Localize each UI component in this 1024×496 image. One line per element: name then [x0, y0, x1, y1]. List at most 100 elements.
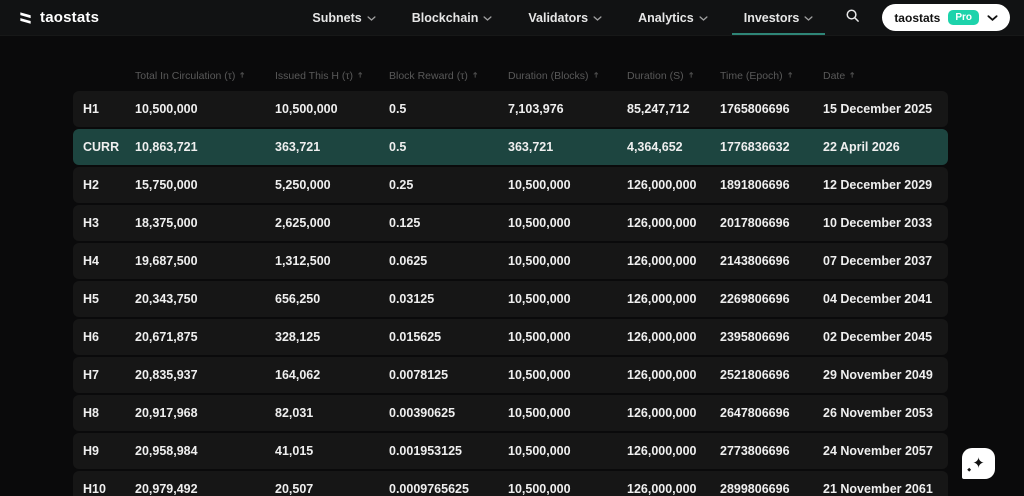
table-cell: 126,000,000: [627, 330, 697, 344]
table-row-h10[interactable]: H10 20,979,492 20,507 0.0009765625 10,500,00…: [73, 471, 948, 496]
table-cell: 0.25: [389, 178, 414, 192]
table-row-curr[interactable]: CURR 10,863,721 363,721 0.5 363,721 4,364,652…: [73, 129, 948, 165]
account-menu-button[interactable]: taostats Pro: [882, 4, 1010, 31]
table-cell: 2773806696: [720, 444, 790, 458]
table-header-row: Total In Circulation (τ) Issued This H (…: [73, 62, 948, 89]
table-cell: 15 December 2025: [823, 102, 933, 116]
column-header-time-epoch[interactable]: Time (Epoch): [720, 70, 823, 82]
column-header-block-reward[interactable]: Block Reward (τ): [389, 70, 508, 82]
row-label: H3: [83, 216, 99, 230]
search-button[interactable]: [831, 0, 874, 35]
halving-table: Total In Circulation (τ) Issued This H (…: [73, 36, 948, 496]
nav-item-investors[interactable]: Investors: [726, 0, 832, 35]
table-cell: 4,364,652: [627, 140, 683, 154]
table-cell: 2,625,000: [275, 216, 331, 230]
table-cell: 0.0625: [389, 254, 428, 268]
chevron-down-icon: [483, 11, 492, 25]
chevron-down-icon: [804, 11, 813, 25]
account-area: taostats Pro: [874, 0, 1010, 35]
table-cell: 10,500,000: [508, 330, 571, 344]
table-cell: 04 December 2041: [823, 292, 933, 306]
table-cell: 26 November 2053: [823, 406, 933, 420]
table-cell: 363,721: [275, 140, 321, 154]
table-cell: 126,000,000: [627, 178, 697, 192]
table-cell: 22 April 2026: [823, 140, 900, 154]
table-cell: 10,500,000: [508, 406, 571, 420]
table-cell: 126,000,000: [627, 368, 697, 382]
table-cell: 0.015625: [389, 330, 442, 344]
row-label: H10: [83, 482, 106, 496]
row-label: H7: [83, 368, 99, 382]
column-header-total-in-circulation[interactable]: Total In Circulation (τ): [135, 70, 275, 82]
table-cell: 126,000,000: [627, 406, 697, 420]
table-cell: 10,500,000: [508, 444, 571, 458]
table-cell: 10,500,000: [508, 254, 571, 268]
table-row-h6[interactable]: H6 20,671,875 328,125 0.015625 10,500,000 126…: [73, 319, 948, 355]
column-header-issued-this-h[interactable]: Issued This H (τ): [275, 70, 389, 82]
table-cell: 07 December 2037: [823, 254, 933, 268]
sort-icon: [688, 70, 697, 82]
table-cell: 5,250,000: [275, 178, 331, 192]
table-cell: 1,312,500: [275, 254, 331, 268]
sort-icon: [358, 70, 366, 82]
table-cell: 10 December 2033: [823, 216, 933, 230]
ai-chat-fab[interactable]: ✦: [962, 448, 995, 479]
table-cell: 19,687,500: [135, 254, 198, 268]
table-cell: 2143806696: [720, 254, 790, 268]
table-cell: 1765806696: [720, 102, 790, 116]
nav-item-blockchain[interactable]: Blockchain: [394, 0, 511, 35]
table-row-h4[interactable]: H4 19,687,500 1,312,500 0.0625 10,500,000 126…: [73, 243, 948, 279]
table-cell: 10,863,721: [135, 140, 198, 154]
table-cell: 0.001953125: [389, 444, 462, 458]
chevron-down-icon: [593, 11, 602, 25]
table-cell: 0.00390625: [389, 406, 456, 420]
table-cell: 85,247,712: [627, 102, 690, 116]
table-cell: 15,750,000: [135, 178, 198, 192]
table-cell: 10,500,000: [508, 178, 571, 192]
brand-logo[interactable]: taostats: [18, 0, 99, 35]
table-row-h5[interactable]: H5 20,343,750 656,250 0.03125 10,500,000 126,…: [73, 281, 948, 317]
table-cell: 24 November 2057: [823, 444, 933, 458]
column-header-duration-blocks[interactable]: Duration (Blocks): [508, 70, 627, 82]
table-cell: 20,507: [275, 482, 314, 496]
table-cell: 41,015: [275, 444, 314, 458]
table-cell: 2017806696: [720, 216, 790, 230]
table-row-h3[interactable]: H3 18,375,000 2,625,000 0.125 10,500,000 126,…: [73, 205, 948, 241]
table-cell: 10,500,000: [508, 216, 571, 230]
table-cell: 20,979,492: [135, 482, 198, 496]
table-cell: 126,000,000: [627, 444, 697, 458]
table-cell: 2395806696: [720, 330, 790, 344]
table-cell: 20,917,968: [135, 406, 198, 420]
table-row-h8[interactable]: H8 20,917,968 82,031 0.00390625 10,500,000 12…: [73, 395, 948, 431]
table-row-h9[interactable]: H9 20,958,984 41,015 0.001953125 10,500,000 1…: [73, 433, 948, 469]
sort-icon: [787, 70, 796, 82]
nav-item-subnets[interactable]: Subnets: [294, 0, 393, 35]
nav-item-analytics[interactable]: Analytics: [620, 0, 726, 35]
table-cell: 328,125: [275, 330, 321, 344]
table-cell: 2647806696: [720, 406, 790, 420]
account-label: taostats: [894, 10, 941, 25]
column-header-duration-s[interactable]: Duration (S): [627, 70, 720, 82]
table-row-h1[interactable]: H1 10,500,000 10,500,000 0.5 7,103,976 85,247…: [73, 91, 948, 127]
row-label: H2: [83, 178, 99, 192]
row-label: H4: [83, 254, 99, 268]
table-cell: 2899806696: [720, 482, 790, 496]
table-cell: 20,343,750: [135, 292, 198, 306]
chevron-down-icon: [699, 11, 708, 25]
table-row-h7[interactable]: H7 20,835,937 164,062 0.0078125 10,500,000 12…: [73, 357, 948, 393]
table-cell: 1776836632: [720, 140, 790, 154]
table-cell: 10,500,000: [508, 368, 571, 382]
table-cell: 10,500,000: [275, 102, 338, 116]
table-cell: 02 December 2045: [823, 330, 933, 344]
sort-icon: [473, 70, 481, 82]
table-cell: 7,103,976: [508, 102, 564, 116]
nav-item-validators[interactable]: Validators: [510, 0, 620, 35]
sort-icon: [850, 70, 858, 82]
search-icon: [845, 8, 860, 28]
table-row-h2[interactable]: H2 15,750,000 5,250,000 0.25 10,500,000 126,0…: [73, 167, 948, 203]
table-cell: 0.5: [389, 102, 407, 116]
table-cell: 2521806696: [720, 368, 790, 382]
column-header-date[interactable]: Date: [823, 70, 948, 82]
table-cell: 21 November 2061: [823, 482, 933, 496]
